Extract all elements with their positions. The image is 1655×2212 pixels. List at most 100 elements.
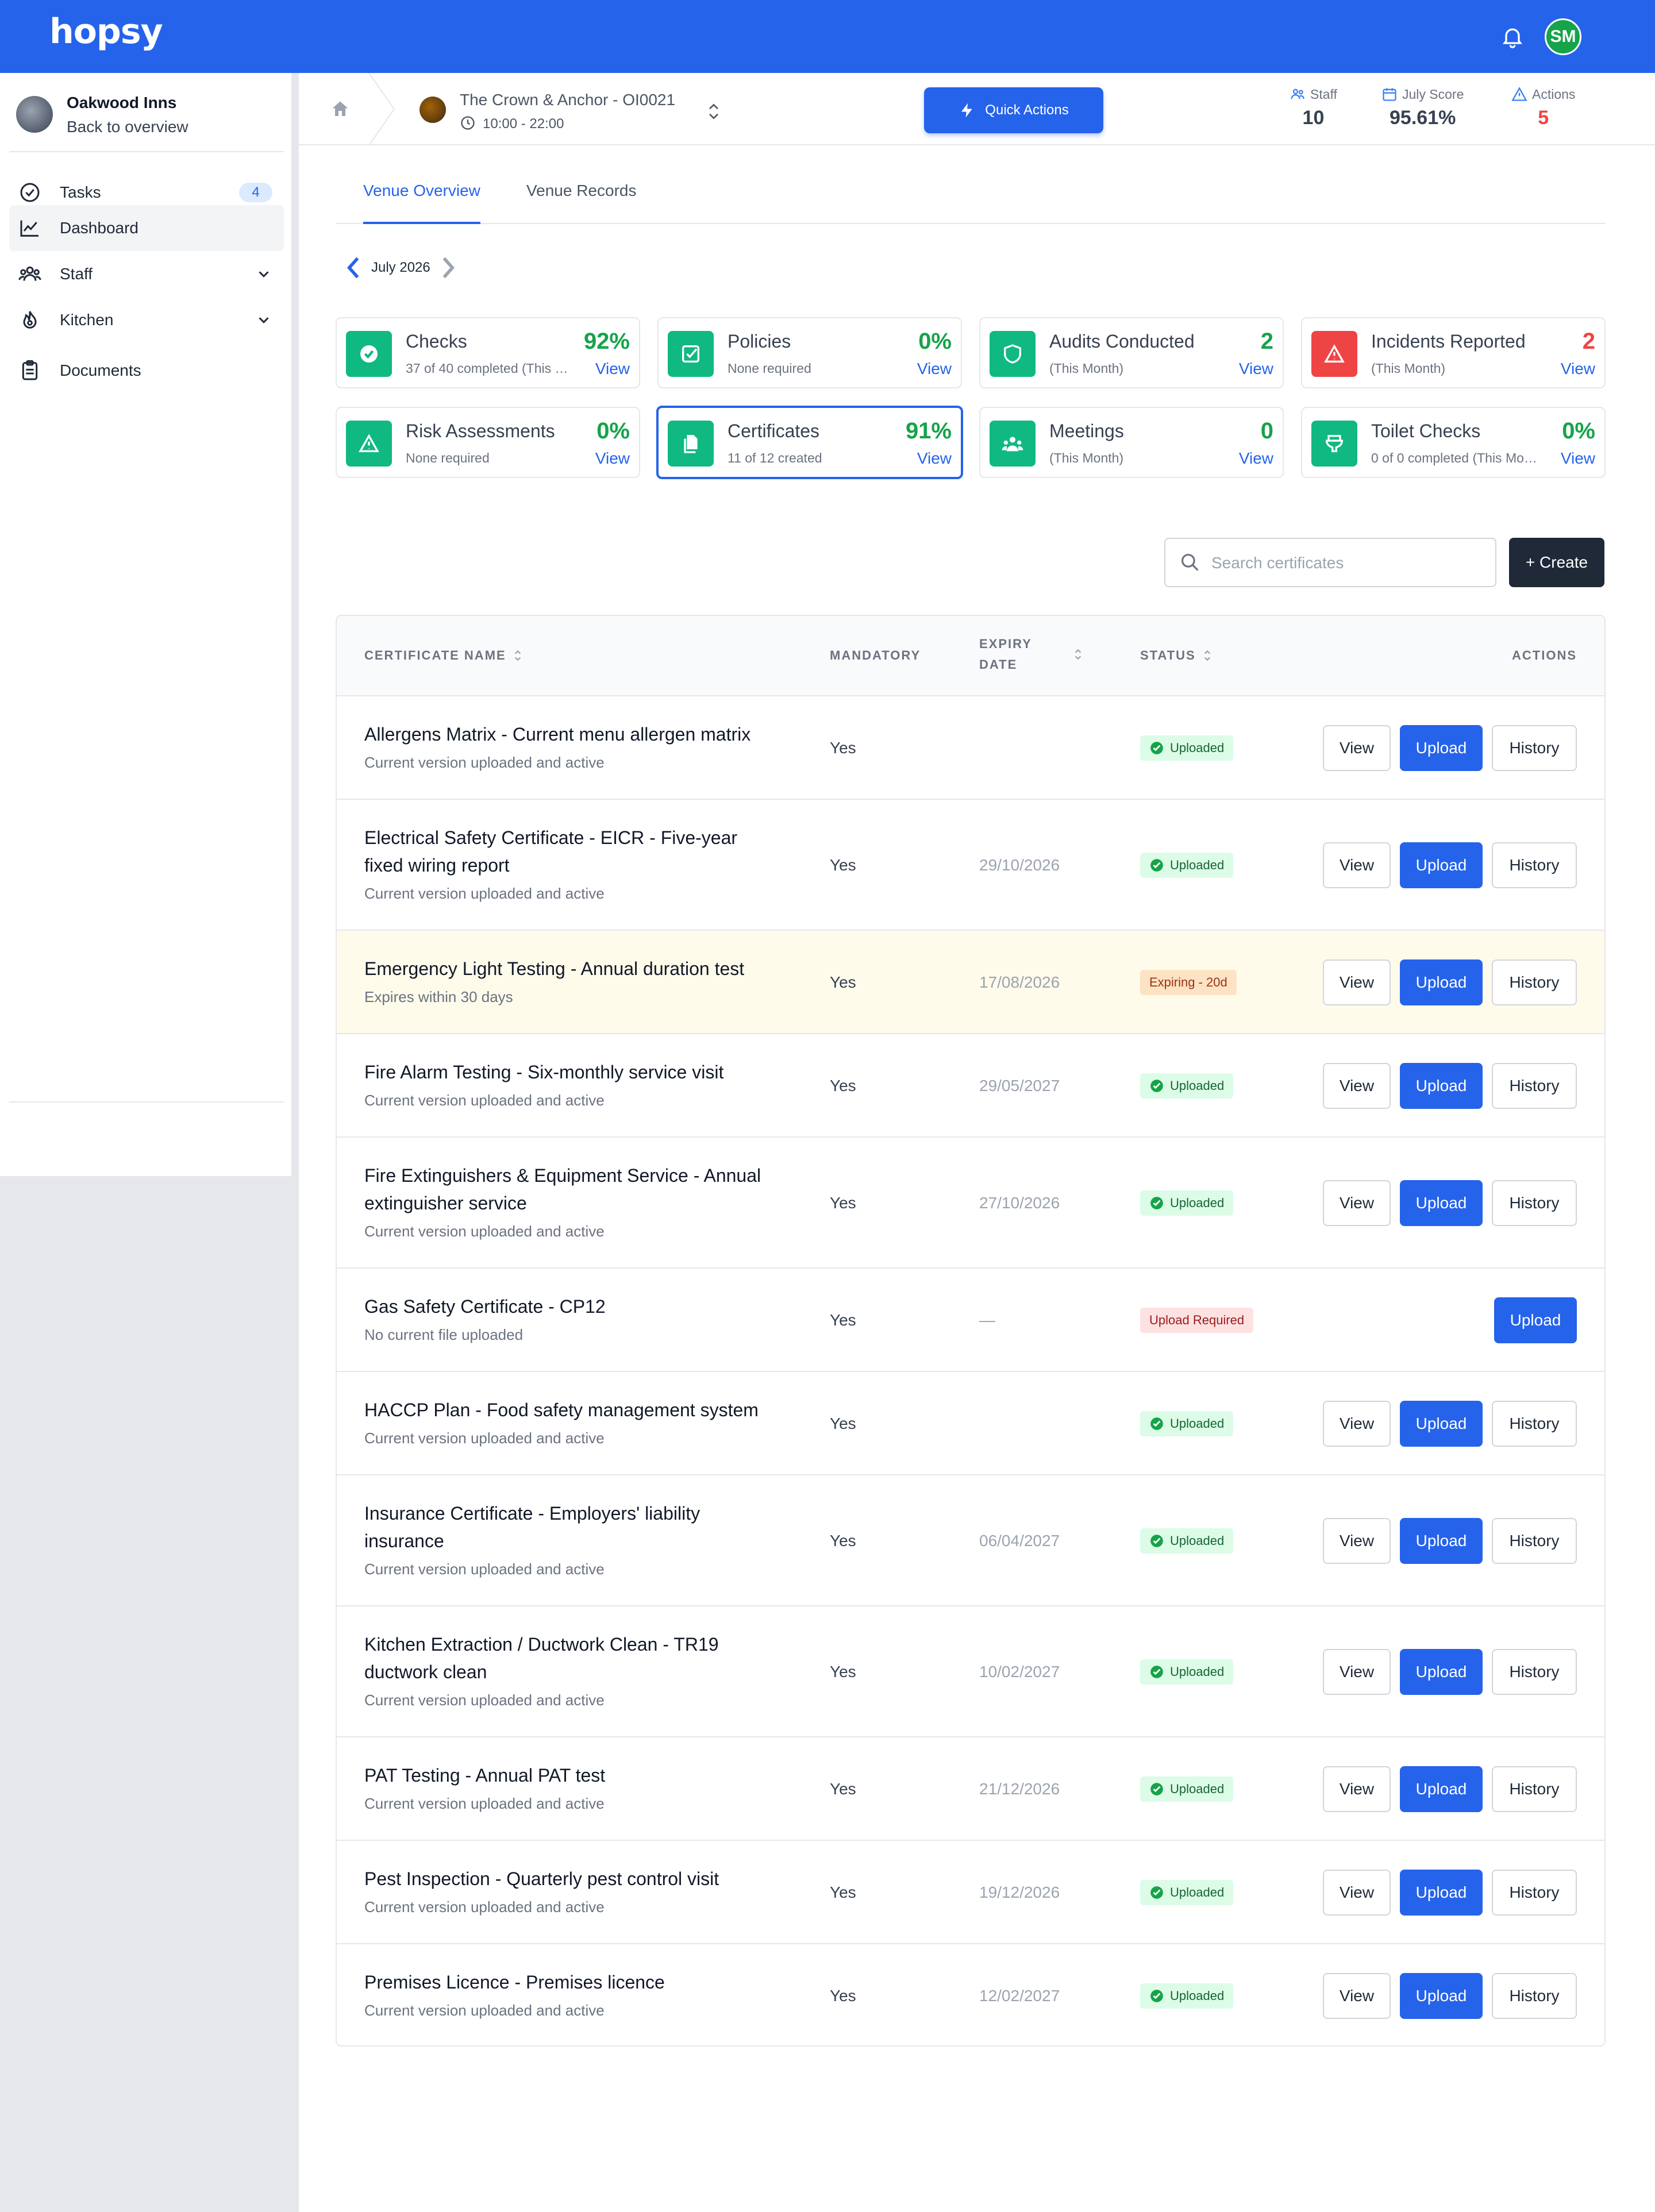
column-header-name[interactable]: CERTIFICATE NAME bbox=[364, 648, 522, 663]
bell-icon[interactable] bbox=[1500, 24, 1525, 49]
user-avatar[interactable]: SM bbox=[1545, 18, 1581, 55]
card-view-link[interactable]: View bbox=[1561, 449, 1595, 468]
app-logo[interactable]: hopsy bbox=[49, 11, 163, 52]
chevron-left-icon[interactable] bbox=[345, 255, 362, 280]
certificate-name: Fire Alarm Testing - Six-monthly service… bbox=[364, 1062, 724, 1082]
card-certificates[interactable]: Certificates 11 of 12 created 91% View bbox=[656, 406, 963, 479]
history-button[interactable]: History bbox=[1492, 725, 1577, 771]
history-button[interactable]: History bbox=[1492, 1870, 1577, 1916]
card-toilet-checks[interactable]: Toilet Checks 0 of 0 completed (This Mon… bbox=[1301, 407, 1606, 478]
column-header-status[interactable]: STATUS bbox=[1140, 648, 1212, 663]
back-to-overview-link[interactable]: Back to overview bbox=[67, 118, 188, 136]
view-button[interactable]: View bbox=[1323, 959, 1391, 1005]
upload-button[interactable]: Upload bbox=[1400, 1973, 1483, 2019]
card-view-link[interactable]: View bbox=[595, 449, 630, 468]
sidebar-item-dashboard[interactable]: Dashboard bbox=[9, 205, 284, 251]
users-icon bbox=[1291, 88, 1304, 99]
expiry-date: 29/10/2026 bbox=[979, 856, 1060, 874]
card-audits[interactable]: Audits Conducted (This Month) 2 View bbox=[979, 317, 1284, 388]
upload-button[interactable]: Upload bbox=[1400, 1766, 1483, 1812]
card-subtitle: 37 of 40 completed (This Month) bbox=[406, 361, 578, 376]
status-badge: Uploaded bbox=[1140, 1983, 1234, 2009]
sidebar: Oakwood Inns Back to overview Tasks 4 Da… bbox=[0, 73, 292, 1176]
sidebar-item-kitchen[interactable]: Kitchen bbox=[9, 297, 284, 343]
status-label: Uploaded bbox=[1170, 1078, 1225, 1093]
card-value: 91% bbox=[905, 418, 952, 444]
sidebar-item-documents[interactable]: Documents bbox=[9, 348, 284, 394]
view-button[interactable]: View bbox=[1323, 1649, 1391, 1695]
upload-button[interactable]: Upload bbox=[1400, 842, 1483, 888]
upload-button[interactable]: Upload bbox=[1400, 1649, 1483, 1695]
card-view-link[interactable]: View bbox=[1239, 449, 1273, 468]
view-button[interactable]: View bbox=[1323, 1063, 1391, 1109]
search-box bbox=[1164, 538, 1496, 587]
expiry-date: 06/04/2027 bbox=[979, 1532, 1060, 1550]
search-input[interactable] bbox=[1211, 548, 1487, 578]
view-button[interactable]: View bbox=[1323, 725, 1391, 771]
view-button[interactable]: View bbox=[1323, 842, 1391, 888]
view-button[interactable]: View bbox=[1323, 1518, 1391, 1564]
card-view-link[interactable]: View bbox=[1561, 360, 1595, 378]
home-icon[interactable] bbox=[330, 99, 351, 120]
card-title: Toilet Checks bbox=[1371, 421, 1481, 441]
upload-button[interactable]: Upload bbox=[1494, 1297, 1577, 1343]
stat-staff[interactable]: Staff 10 bbox=[1290, 86, 1337, 129]
tab-venue-overview[interactable]: Venue Overview bbox=[363, 182, 480, 224]
card-view-link[interactable]: View bbox=[917, 449, 952, 468]
upload-button[interactable]: Upload bbox=[1400, 1518, 1483, 1564]
create-button[interactable]: + Create bbox=[1509, 538, 1604, 587]
card-value: 92% bbox=[583, 329, 630, 354]
chevron-down-icon[interactable] bbox=[255, 311, 272, 329]
view-button[interactable]: View bbox=[1323, 1180, 1391, 1226]
quick-actions-button[interactable]: Quick Actions bbox=[924, 87, 1103, 133]
chevron-right-icon[interactable] bbox=[440, 255, 457, 280]
card-view-link[interactable]: View bbox=[917, 360, 952, 378]
view-button[interactable]: View bbox=[1323, 1973, 1391, 2019]
card-view-link[interactable]: View bbox=[1239, 360, 1273, 378]
card-incidents[interactable]: Incidents Reported (This Month) 2 View bbox=[1301, 317, 1606, 388]
venue-switch-icon[interactable] bbox=[706, 101, 722, 122]
history-button[interactable]: History bbox=[1492, 842, 1577, 888]
history-button[interactable]: History bbox=[1492, 1401, 1577, 1447]
card-view-link[interactable]: View bbox=[595, 360, 630, 378]
history-button[interactable]: History bbox=[1492, 1518, 1577, 1564]
history-button[interactable]: History bbox=[1492, 1766, 1577, 1812]
toilet-icon bbox=[1311, 421, 1357, 467]
org-name: Oakwood Inns bbox=[67, 94, 177, 111]
calendar-icon bbox=[1383, 88, 1396, 101]
upload-button[interactable]: Upload bbox=[1400, 1870, 1483, 1916]
upload-button[interactable]: Upload bbox=[1400, 725, 1483, 771]
upload-button[interactable]: Upload bbox=[1400, 1180, 1483, 1226]
column-header-expiry[interactable]: EXPIRY bbox=[979, 637, 1032, 652]
tasks-count-badge: 4 bbox=[239, 183, 272, 202]
history-button[interactable]: History bbox=[1492, 1063, 1577, 1109]
history-button[interactable]: History bbox=[1492, 1649, 1577, 1695]
certificate-description: Current version uploaded and active bbox=[364, 1560, 605, 1578]
card-title: Checks bbox=[406, 331, 467, 352]
history-button[interactable]: History bbox=[1492, 1973, 1577, 2019]
warning-icon bbox=[1311, 331, 1357, 377]
upload-button[interactable]: Upload bbox=[1400, 1063, 1483, 1109]
card-checks[interactable]: Checks 37 of 40 completed (This Month) 9… bbox=[336, 317, 640, 388]
card-risk-assessments[interactable]: Risk Assessments None required 0% View bbox=[336, 407, 640, 478]
card-meetings[interactable]: Meetings (This Month) 0 View bbox=[979, 407, 1284, 478]
venue-name[interactable]: The Crown & Anchor - OI0021 bbox=[460, 91, 675, 109]
history-button[interactable]: History bbox=[1492, 959, 1577, 1005]
sidebar-item-staff[interactable]: Staff bbox=[9, 251, 284, 297]
certificates-table: CERTIFICATE NAME MANDATORY EXPIRY DATE S… bbox=[336, 615, 1606, 2047]
view-button[interactable]: View bbox=[1323, 1870, 1391, 1916]
sort-icon[interactable] bbox=[1073, 648, 1083, 661]
view-button[interactable]: View bbox=[1323, 1401, 1391, 1447]
tab-venue-records[interactable]: Venue Records bbox=[526, 182, 636, 224]
upload-button[interactable]: Upload bbox=[1400, 1401, 1483, 1447]
history-button[interactable]: History bbox=[1492, 1180, 1577, 1226]
upload-button[interactable]: Upload bbox=[1400, 959, 1483, 1005]
stat-actions[interactable]: Actions 5 bbox=[1511, 86, 1575, 129]
chevron-down-icon[interactable] bbox=[255, 265, 272, 283]
view-button[interactable]: View bbox=[1323, 1766, 1391, 1812]
stat-july-score[interactable]: July Score 95.61% bbox=[1381, 86, 1464, 129]
sort-icon[interactable] bbox=[1203, 649, 1212, 662]
card-policies[interactable]: Policies None required 0% View bbox=[657, 317, 962, 388]
sort-icon[interactable] bbox=[513, 649, 522, 662]
expiry-date: 10/02/2027 bbox=[979, 1663, 1060, 1681]
